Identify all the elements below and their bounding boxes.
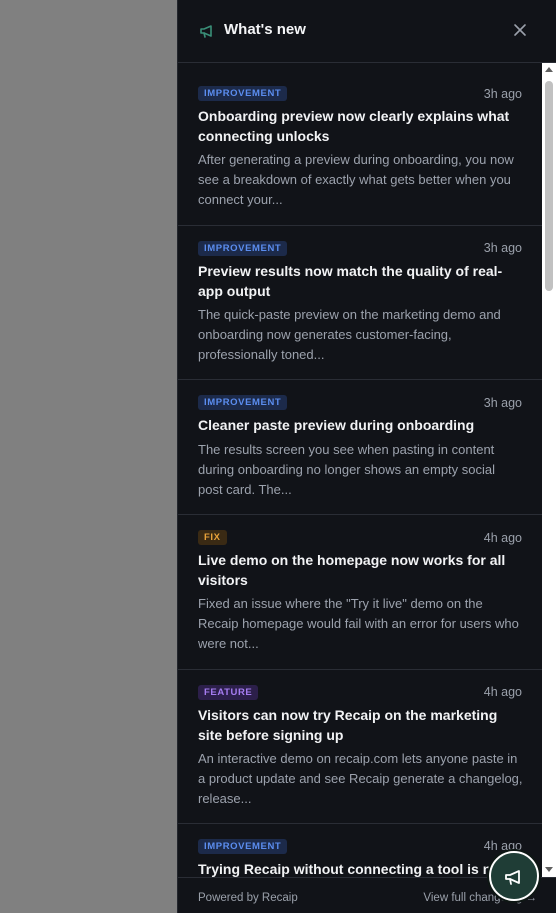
badge-feature: FEATURE [198, 685, 259, 700]
item-title: Onboarding preview now clearly explains … [198, 108, 510, 144]
item-time: 3h ago [483, 241, 522, 255]
item-time: 4h ago [483, 685, 522, 699]
megaphone-icon [200, 25, 212, 38]
panel-header: What's new [178, 0, 556, 63]
changelog-item[interactable]: IMPROVEMENT 4h ago Trying Recaip without… [178, 824, 542, 877]
item-description: The results screen you see when pasting … [198, 442, 496, 497]
badge-improvement: IMPROVEMENT [198, 86, 288, 101]
panel-title: What's new [224, 21, 306, 38]
item-title: Cleaner paste preview during onboarding [198, 417, 475, 433]
scroll-up-arrow-icon[interactable] [545, 67, 553, 72]
item-title: Trying Recaip without connecting a tool … [198, 861, 511, 877]
badge-improvement: IMPROVEMENT [198, 241, 288, 256]
item-title: Preview results now match the quality of… [198, 263, 503, 299]
backdrop-overlay[interactable] [0, 0, 177, 913]
scrollbar-thumb[interactable] [545, 81, 553, 291]
item-description: Fixed an issue where the "Try it live" d… [198, 596, 519, 651]
close-icon[interactable] [511, 21, 529, 39]
changelog-item[interactable]: FIX 4h ago Live demo on the homepage now… [178, 515, 542, 670]
item-time: 3h ago [483, 396, 522, 410]
powered-by-text: Powered by Recaip [198, 892, 298, 904]
badge-fix: FIX [198, 530, 227, 545]
scrollbar[interactable] [542, 63, 556, 877]
changelog-item[interactable]: IMPROVEMENT 3h ago Preview results now m… [178, 226, 542, 380]
scroll-down-arrow-icon[interactable] [545, 867, 553, 872]
item-description: After generating a preview during onboar… [198, 152, 514, 207]
item-description: An interactive demo on recaip.com lets a… [198, 751, 523, 806]
item-title: Visitors can now try Recaip on the marke… [198, 707, 498, 743]
item-title: Live demo on the homepage now works for … [198, 552, 506, 588]
changelog-item[interactable]: IMPROVEMENT 3h ago Cleaner paste preview… [178, 380, 542, 515]
whats-new-panel: What's new IMPROVEMENT 3h ago Onboarding… [177, 0, 556, 913]
badge-improvement: IMPROVEMENT [198, 839, 288, 854]
item-description: The quick-paste preview on the marketing… [198, 307, 501, 362]
changelog-item[interactable]: IMPROVEMENT 3h ago Onboarding preview no… [178, 63, 542, 226]
item-time: 4h ago [483, 531, 522, 545]
changelog-list[interactable]: IMPROVEMENT 3h ago Onboarding preview no… [178, 63, 542, 877]
badge-improvement: IMPROVEMENT [198, 395, 288, 410]
item-time: 3h ago [483, 87, 522, 101]
whats-new-launcher-button[interactable] [489, 851, 539, 901]
changelog-item[interactable]: FEATURE 4h ago Visitors can now try Reca… [178, 670, 542, 824]
megaphone-icon [505, 870, 520, 885]
